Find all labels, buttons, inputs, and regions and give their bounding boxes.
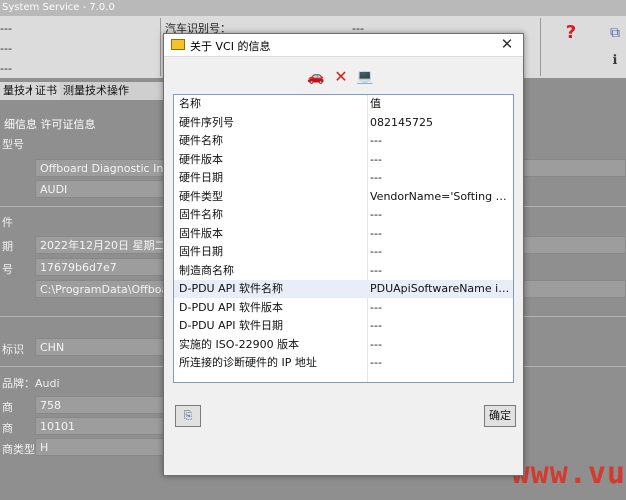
item-value: --- bbox=[370, 301, 382, 314]
field-code-2: 10101 bbox=[35, 417, 165, 435]
list-item[interactable]: D-PDU API 软件版本 --- bbox=[174, 299, 513, 317]
subtabs[interactable]: 细信息 许可证信息 bbox=[4, 116, 96, 132]
item-value: VendorName='Softing A... bbox=[370, 190, 510, 203]
section-file-label: 件 bbox=[2, 216, 13, 229]
help-icon[interactable]: ? bbox=[560, 22, 582, 44]
item-name: 固件名称 bbox=[179, 208, 223, 221]
tab-certificate[interactable]: 证书 bbox=[32, 82, 63, 100]
list-item[interactable]: 固件版本 --- bbox=[174, 225, 513, 243]
car-icon[interactable]: 🚗 bbox=[306, 68, 326, 86]
item-name: 硬件日期 bbox=[179, 171, 223, 184]
code-label-1: 商 bbox=[2, 401, 13, 414]
field-right-1 bbox=[522, 159, 626, 177]
field-product: Offboard Diagnostic Info bbox=[35, 159, 165, 177]
tab-measurement-tech[interactable]: 量技术 bbox=[0, 82, 36, 100]
item-name: 硬件版本 bbox=[179, 153, 223, 166]
item-name: 硬件类型 bbox=[179, 190, 223, 203]
item-value: --- bbox=[370, 356, 382, 369]
field-code-1: 758 bbox=[35, 396, 165, 414]
list-item-selected[interactable]: D-PDU API 软件名称 PDUApiSoftwareName is... bbox=[174, 280, 513, 298]
item-name: 实施的 ISO-22900 版本 bbox=[179, 338, 300, 351]
item-name: D-PDU API 软件日期 bbox=[179, 319, 283, 332]
top-value-2: --- bbox=[0, 42, 12, 55]
header-value: 值 bbox=[370, 97, 381, 110]
item-name: 制造商名称 bbox=[179, 264, 234, 277]
item-value: PDUApiSoftwareName is... bbox=[370, 282, 510, 295]
list-item[interactable]: 固件名称 --- bbox=[174, 206, 513, 224]
network-icon[interactable]: ⧉ bbox=[604, 22, 626, 44]
code-label-3: 商类型 bbox=[2, 443, 35, 456]
field-number: 17679b6d7e7 bbox=[35, 258, 165, 276]
dialog-title-bar: 关于 VCI 的信息 ✕ bbox=[164, 34, 523, 57]
top-value-3: --- bbox=[0, 62, 12, 75]
field-right-2 bbox=[522, 236, 626, 254]
list-item[interactable]: 制造商名称 --- bbox=[174, 262, 513, 280]
item-name: 固件日期 bbox=[179, 245, 223, 258]
copy-icon[interactable]: ⎘ bbox=[175, 405, 201, 427]
close-icon[interactable]: ✕ bbox=[499, 36, 515, 52]
item-value: --- bbox=[370, 319, 382, 332]
list-item[interactable]: 硬件日期 --- bbox=[174, 169, 513, 187]
top-value-1: --- bbox=[0, 22, 12, 35]
field-code-3: H bbox=[35, 438, 165, 456]
dialog-title: 关于 VCI 的信息 bbox=[190, 40, 271, 53]
field-brand: AUDI bbox=[35, 180, 165, 198]
item-name: 硬件序列号 bbox=[179, 116, 234, 129]
item-name: 所连接的诊断硬件的 IP 地址 bbox=[179, 356, 317, 369]
list-item[interactable]: D-PDU API 软件日期 --- bbox=[174, 317, 513, 335]
field-path: C:\ProgramData\Offboa bbox=[35, 280, 165, 298]
app-title-bar: System Service - 7.0.0 bbox=[0, 0, 626, 16]
item-value: --- bbox=[370, 264, 382, 277]
list-item[interactable]: 硬件版本 --- bbox=[174, 151, 513, 169]
list-item[interactable]: 硬件名称 --- bbox=[174, 132, 513, 150]
item-value: --- bbox=[370, 208, 382, 221]
number-label: 号 bbox=[2, 263, 13, 276]
item-value: --- bbox=[370, 227, 382, 240]
header-separator bbox=[160, 18, 161, 76]
list-item[interactable]: 实施的 ISO-22900 版本 --- bbox=[174, 336, 513, 354]
header-separator-right bbox=[540, 18, 541, 76]
item-name: 固件版本 bbox=[179, 227, 223, 240]
list-item[interactable]: 硬件类型 VendorName='Softing A... bbox=[174, 188, 513, 206]
vin-label: 汽车识别号： bbox=[165, 22, 231, 35]
list-item[interactable]: 所连接的诊断硬件的 IP 地址 --- bbox=[174, 354, 513, 372]
ok-button[interactable]: 确定 bbox=[484, 405, 516, 427]
computer-icon[interactable]: 💻 bbox=[355, 68, 375, 86]
tab-measurement-operation[interactable]: 测量技术操作 bbox=[60, 82, 165, 100]
list-item[interactable]: 硬件序列号 082145725 bbox=[174, 114, 513, 132]
country-label: 标识 bbox=[2, 343, 24, 356]
item-name: D-PDU API 软件名称 bbox=[179, 282, 283, 295]
field-right-3 bbox=[522, 280, 626, 298]
list-item[interactable]: 固件日期 --- bbox=[174, 243, 513, 261]
item-value: --- bbox=[370, 245, 382, 258]
code-label-2: 商 bbox=[2, 422, 13, 435]
date-label: 期 bbox=[2, 240, 13, 253]
watermark: www.vu bbox=[511, 456, 626, 491]
item-value: --- bbox=[370, 171, 382, 184]
vci-icon bbox=[171, 39, 185, 50]
field-date: 2022年12月20日 星期二 bbox=[35, 236, 165, 254]
item-value: --- bbox=[370, 134, 382, 147]
item-value: --- bbox=[370, 338, 382, 351]
brand-label: 品牌：Audi bbox=[2, 377, 60, 390]
item-name: 硬件名称 bbox=[179, 134, 223, 147]
item-name: D-PDU API 软件版本 bbox=[179, 301, 283, 314]
delete-icon[interactable]: ✕ bbox=[331, 68, 351, 86]
item-value: 082145725 bbox=[370, 116, 433, 129]
field-country: CHN bbox=[35, 338, 165, 356]
vci-info-dialog: 关于 VCI 的信息 ✕ 🚗 ✕ 💻 名称 值 硬件序列号 082145725 硬… bbox=[163, 33, 524, 476]
section-model-label: 型号 bbox=[2, 138, 24, 151]
header-name: 名称 bbox=[179, 97, 201, 110]
item-value: --- bbox=[370, 153, 382, 166]
vci-info-list[interactable]: 名称 值 硬件序列号 082145725 硬件名称 --- 硬件版本 --- 硬件日期… bbox=[173, 94, 514, 383]
list-header: 名称 值 bbox=[174, 95, 513, 113]
info-icon[interactable]: ℹ bbox=[604, 50, 626, 72]
